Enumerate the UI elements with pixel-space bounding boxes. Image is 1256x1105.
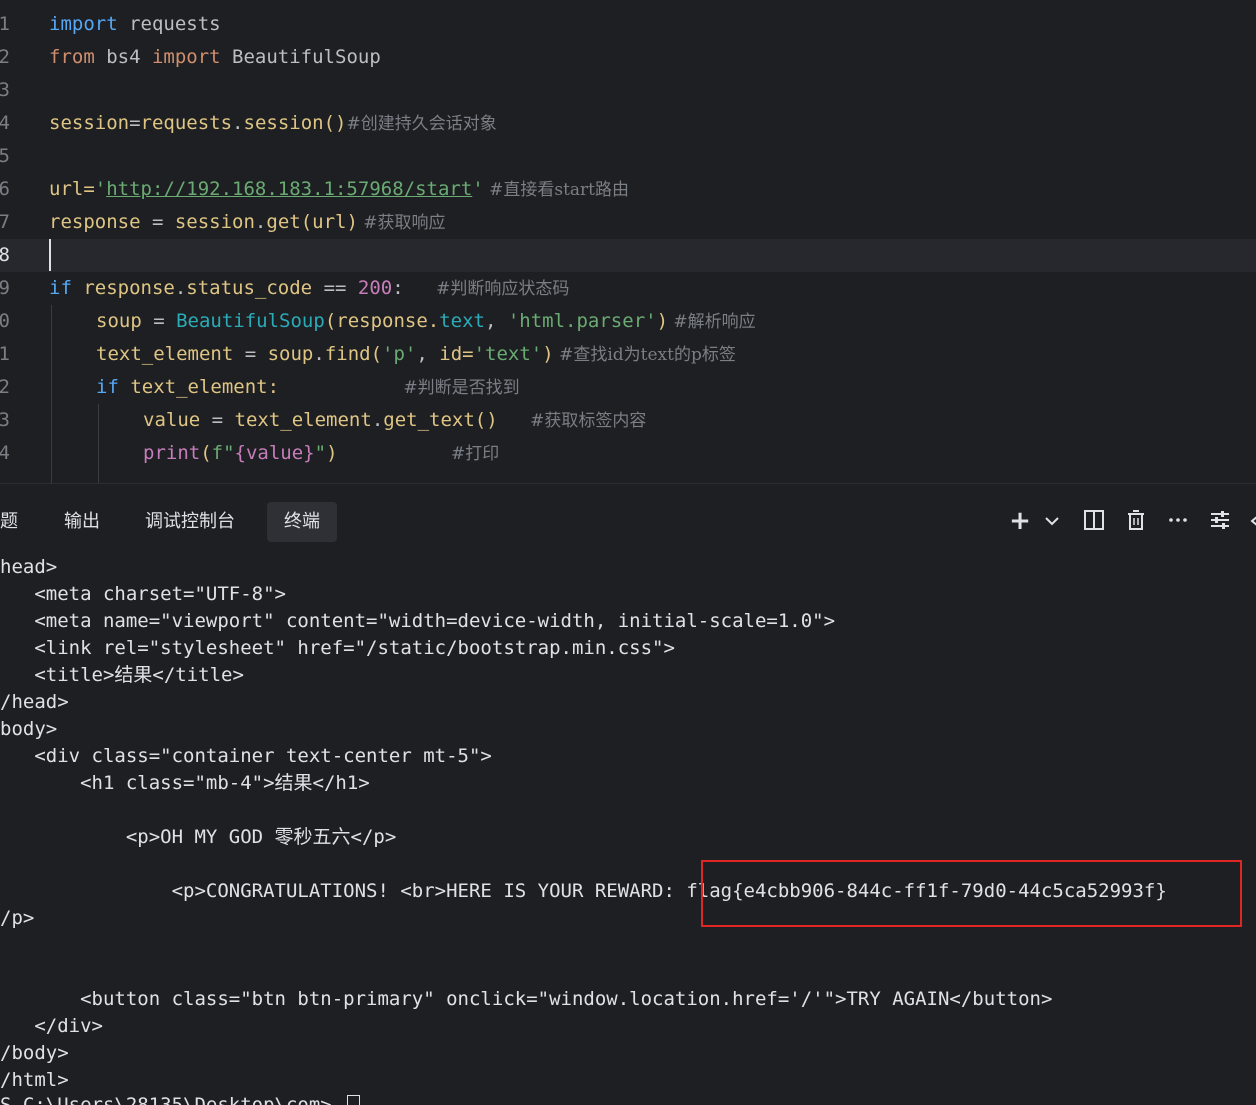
tab-terminal[interactable]: 终端 xyxy=(267,502,337,542)
terminal-line: body> xyxy=(0,718,58,740)
split-icon[interactable] xyxy=(1082,509,1106,533)
line-number: 3 xyxy=(0,79,10,101)
tab-debug-console[interactable]: 调试控制台 xyxy=(128,502,252,542)
terminal-output[interactable]: head> <meta charset="UTF-8"> <meta name=… xyxy=(0,551,1256,1105)
settings-icon[interactable] xyxy=(1208,509,1232,533)
code-text: print(f"{value}") #打印 xyxy=(143,442,500,464)
terminal-line: /head> xyxy=(0,691,69,713)
code-line[interactable]: 4 print(f"{value}") #打印 xyxy=(0,437,1256,470)
flag-highlight-box xyxy=(701,860,1242,927)
line-number: 9 xyxy=(0,277,10,299)
code-text: text_element = soup.find('p', id='text')… xyxy=(96,343,736,365)
line-number: 1 xyxy=(0,13,10,35)
code-text: soup = BeautifulSoup(response.text, 'htm… xyxy=(96,310,756,332)
chevron-down-icon[interactable] xyxy=(1040,509,1064,533)
terminal-line: /html> xyxy=(0,1069,69,1091)
indent-guide xyxy=(98,404,99,483)
terminal-line: <meta name="viewport" content="width=dev… xyxy=(0,610,836,632)
code-line[interactable]: 2 if text_element: #判断是否找到 xyxy=(0,371,1256,404)
chevron-left-icon[interactable] xyxy=(1248,509,1256,533)
terminal-line: <title>结果</title> xyxy=(0,664,244,686)
terminal-line: <meta charset="UTF-8"> xyxy=(0,583,286,605)
code-line[interactable]: 1 import requests xyxy=(0,8,1256,41)
line-number: 5 xyxy=(0,145,10,167)
terminal-cursor xyxy=(347,1094,361,1105)
line-number: 3 xyxy=(0,409,10,431)
code-editor[interactable]: 1 import requests 2 from bs4 import Beau… xyxy=(0,0,1256,483)
terminal-line: </div> xyxy=(0,1015,103,1037)
tab-problems[interactable]: 题 xyxy=(0,502,35,542)
code-text: response = session.get(url) #获取响应 xyxy=(49,211,446,233)
line-number: 4 xyxy=(0,442,10,464)
line-number: 2 xyxy=(0,46,10,68)
terminal-line: <h1 class="mb-4">结果</h1> xyxy=(0,772,370,794)
code-text: if response.status_code == 200: #判断响应状态码 xyxy=(49,277,570,299)
terminal-line: head> xyxy=(0,556,58,578)
code-text: value = text_element.get_text() #获取标签内容 xyxy=(143,409,647,431)
terminal-prompt[interactable]: S C:\Users\28135\Desktop\com> xyxy=(0,1092,361,1105)
code-line[interactable]: 3 value = text_element.get_text() #获取标签内… xyxy=(0,404,1256,437)
code-line[interactable]: 0 soup = BeautifulSoup(response.text, 'h… xyxy=(0,305,1256,338)
code-line[interactable]: 6 url='http://192.168.183.1:57968/start'… xyxy=(0,173,1256,206)
code-line[interactable]: 2 from bs4 import BeautifulSoup xyxy=(0,41,1256,74)
terminal-line: /p> xyxy=(0,907,35,929)
code-text: import requests xyxy=(49,13,221,35)
line-number: 0 xyxy=(0,310,10,332)
code-line[interactable]: 5 xyxy=(0,140,1256,173)
terminal-line: /body> xyxy=(0,1042,69,1064)
terminal-line: <p>OH MY GOD 零秒五六</p> xyxy=(0,826,397,848)
line-number: 1 xyxy=(0,343,10,365)
code-line[interactable]: 3 xyxy=(0,74,1256,107)
line-number: 2 xyxy=(0,376,10,398)
text-caret xyxy=(49,239,51,271)
more-icon[interactable] xyxy=(1166,509,1190,533)
indent-guide xyxy=(51,305,52,483)
panel-tab-bar: 题 输出 调试控制台 终端 + xyxy=(0,483,1256,552)
terminal-line: <div class="container text-center mt-5"> xyxy=(0,745,492,767)
line-number: 4 xyxy=(0,112,10,134)
trash-icon[interactable] xyxy=(1124,509,1148,533)
line-number: 7 xyxy=(0,211,10,233)
code-line[interactable]: 7 response = session.get(url) #获取响应 xyxy=(0,206,1256,239)
line-number: 8 xyxy=(0,244,10,266)
tab-output[interactable]: 输出 xyxy=(47,502,117,542)
code-text: if text_element: #判断是否找到 xyxy=(96,376,520,398)
code-text: url='http://192.168.183.1:57968/start' #… xyxy=(49,178,630,200)
code-line-current[interactable]: 8 xyxy=(0,239,1256,272)
plus-icon[interactable]: + xyxy=(1008,508,1032,534)
line-number: 6 xyxy=(0,178,10,200)
code-line[interactable]: 9 if response.status_code == 200: #判断响应状… xyxy=(0,272,1256,305)
code-line[interactable]: 1 text_element = soup.find('p', id='text… xyxy=(0,338,1256,371)
code-text: from bs4 import BeautifulSoup xyxy=(49,46,381,68)
code-text: session=requests.session()#创建持久会话对象 xyxy=(49,112,497,134)
code-line[interactable]: 4 session=requests.session()#创建持久会话对象 xyxy=(0,107,1256,140)
prompt-text: S C:\Users\28135\Desktop\com> xyxy=(0,1094,344,1105)
terminal-line: <button class="btn btn-primary" onclick=… xyxy=(0,988,1053,1010)
url-link: http://192.168.183.1:57968/start xyxy=(106,178,473,200)
terminal-line: <link rel="stylesheet" href="/static/boo… xyxy=(0,637,675,659)
